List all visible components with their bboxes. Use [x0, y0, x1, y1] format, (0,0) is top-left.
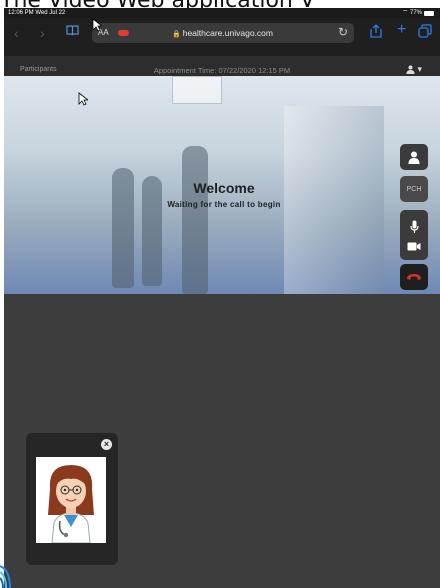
media-controls: [400, 210, 428, 260]
background-figure: [182, 146, 208, 294]
waiting-message: Waiting for the call to begin: [167, 200, 281, 209]
user-icon: [406, 64, 418, 75]
status-battery: ⌔ 77%: [402, 8, 434, 18]
hang-up-icon: [407, 274, 421, 280]
welcome-title: Welcome: [193, 180, 255, 196]
recording-indicator-icon: [118, 30, 129, 36]
doctor-avatar: [36, 457, 106, 544]
microphone-icon[interactable]: [409, 220, 419, 234]
share-icon[interactable]: [370, 24, 382, 41]
url-value: healthcare.univago.com: [182, 28, 273, 38]
status-time: 12:06 PM Wed Jul 22: [8, 10, 66, 16]
background-figure: [112, 168, 134, 288]
address-bar[interactable]: AA 🔒 healthcare.univago.com ↻: [92, 23, 354, 43]
mouse-cursor-icon: [78, 92, 88, 106]
decorative-swirl-icon: [0, 565, 11, 588]
status-bar: 12:06 PM Wed Jul 22 ⌔ 77%: [4, 8, 440, 18]
pch-button[interactable]: PCH: [400, 176, 428, 202]
user-menu-button[interactable]: ▾: [406, 64, 422, 75]
video-area: Welcome Waiting for the call to begin PC…: [4, 76, 440, 294]
battery-percent: 77%: [409, 10, 422, 16]
participant-button[interactable]: [400, 144, 428, 170]
new-tab-icon[interactable]: +: [397, 21, 406, 39]
chevron-down-icon: ▾: [417, 64, 422, 74]
browser-toolbar: ‹ › AA 🔒 healthcare.univago.com ↻ +: [4, 18, 440, 56]
book-icon[interactable]: [66, 25, 79, 39]
back-icon[interactable]: ‹: [14, 24, 19, 42]
wifi-icon: ⌔: [402, 10, 408, 16]
lock-icon: 🔒: [172, 31, 181, 38]
appointment-time: Appointment Time: 07/22/2020 12:15 PM: [153, 66, 291, 75]
battery-icon: [424, 10, 434, 16]
self-view-window[interactable]: ×: [26, 433, 118, 565]
ceiling-light: [172, 76, 222, 104]
forward-icon[interactable]: ›: [40, 24, 45, 42]
hangup-button[interactable]: [400, 264, 428, 290]
tabs-icon[interactable]: [418, 24, 432, 41]
url-text: 🔒 healthcare.univago.com: [172, 28, 273, 38]
camera-icon[interactable]: [407, 242, 421, 251]
reload-icon[interactable]: ↻: [338, 25, 348, 39]
close-icon[interactable]: ×: [101, 439, 112, 450]
background-figure: [142, 176, 162, 286]
mouse-cursor-icon: [92, 18, 102, 32]
ipad-screen: 12:06 PM Wed Jul 22 ⌔ 77% ‹ › AA 🔒 health…: [4, 8, 440, 588]
person-icon: [408, 151, 420, 164]
